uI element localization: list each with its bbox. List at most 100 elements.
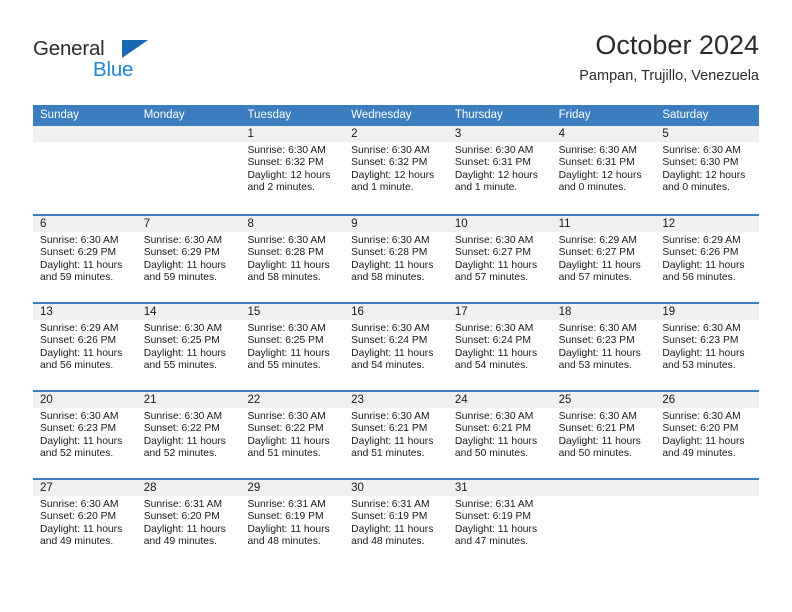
day-number: 21 bbox=[136, 392, 241, 408]
day-cell-12[interactable]: 12 Sunrise: 6:29 AM Sunset: 6:26 PM Dayligh… bbox=[655, 216, 760, 302]
calendar-week-row: 27 Sunrise: 6:30 AM Sunset: 6:20 PM Dayligh… bbox=[33, 478, 760, 566]
day-detail-line: Daylight: 11 hours bbox=[143, 347, 226, 359]
day-detail-line: Sunrise: 6:30 AM bbox=[247, 235, 326, 246]
day-detail-line: Daylight: 11 hours bbox=[454, 259, 538, 271]
day-detail-line: Sunset: 6:28 PM bbox=[247, 247, 324, 259]
day-detail-line: Sunrise: 6:30 AM bbox=[454, 235, 534, 246]
day-detail-line: Daylight: 12 hours bbox=[247, 169, 331, 181]
day-cell-29[interactable]: 29 Sunrise: 6:31 AM Sunset: 6:19 PM Dayligh… bbox=[240, 480, 345, 566]
day-detail-line: Sunset: 6:25 PM bbox=[247, 335, 324, 347]
day-details: Sunrise: 6:31 AM Sunset: 6:19 PM Daylight:… bbox=[448, 496, 552, 549]
calendar-week-row: 13 Sunrise: 6:29 AM Sunset: 6:26 PM Dayligh… bbox=[33, 302, 760, 390]
day-details: Sunrise: 6:30 AM Sunset: 6:32 PM Daylight:… bbox=[240, 142, 344, 195]
day-number: 17 bbox=[447, 304, 552, 320]
day-detail-line: Daylight: 11 hours bbox=[558, 347, 641, 359]
day-cell-7[interactable]: 7 Sunrise: 6:30 AM Sunset: 6:29 PM Daylight… bbox=[136, 216, 241, 302]
weekday-header-sunday: Sunday bbox=[40, 109, 80, 121]
day-detail-line: and 54 minutes. bbox=[351, 360, 425, 372]
day-detail-line: Daylight: 11 hours bbox=[662, 259, 745, 271]
day-number bbox=[551, 480, 656, 496]
day-cell-27[interactable]: 27 Sunrise: 6:30 AM Sunset: 6:20 PM Dayligh… bbox=[33, 480, 137, 566]
day-detail-line: Sunrise: 6:30 AM bbox=[454, 411, 534, 422]
day-cell-empty bbox=[655, 480, 760, 566]
day-detail-line: Sunset: 6:28 PM bbox=[351, 247, 428, 259]
day-number: 14 bbox=[136, 304, 241, 320]
day-detail-line: Daylight: 11 hours bbox=[662, 347, 745, 359]
day-detail-line: and 1 minute. bbox=[454, 182, 518, 194]
brand-logo[interactable]: General Blue bbox=[33, 38, 233, 94]
day-cell-4[interactable]: 4 Sunrise: 6:30 AM Sunset: 6:31 PM Daylight… bbox=[551, 126, 656, 214]
day-cell-16[interactable]: 16 Sunrise: 6:30 AM Sunset: 6:24 PM Dayligh… bbox=[344, 304, 448, 390]
day-cell-14[interactable]: 14 Sunrise: 6:30 AM Sunset: 6:25 PM Dayligh… bbox=[136, 304, 241, 390]
day-cell-15[interactable]: 15 Sunrise: 6:30 AM Sunset: 6:25 PM Dayligh… bbox=[240, 304, 345, 390]
day-detail-line: and 47 minutes. bbox=[454, 536, 529, 548]
day-cell-18[interactable]: 18 Sunrise: 6:30 AM Sunset: 6:23 PM Dayligh… bbox=[551, 304, 656, 390]
day-detail-line: Sunset: 6:29 PM bbox=[143, 247, 220, 259]
day-cell-25[interactable]: 25 Sunrise: 6:30 AM Sunset: 6:21 PM Dayligh… bbox=[551, 392, 656, 478]
day-detail-line: Sunset: 6:19 PM bbox=[247, 511, 324, 523]
day-number: 6 bbox=[33, 216, 137, 232]
day-cell-20[interactable]: 20 Sunrise: 6:30 AM Sunset: 6:23 PM Dayligh… bbox=[33, 392, 137, 478]
day-cell-22[interactable]: 22 Sunrise: 6:30 AM Sunset: 6:22 PM Dayligh… bbox=[240, 392, 345, 478]
day-cell-21[interactable]: 21 Sunrise: 6:30 AM Sunset: 6:22 PM Dayligh… bbox=[136, 392, 241, 478]
day-detail-line: and 56 minutes. bbox=[662, 272, 736, 284]
day-detail-line: Daylight: 11 hours bbox=[247, 435, 330, 447]
day-number: 4 bbox=[551, 126, 656, 142]
day-cell-31[interactable]: 31 Sunrise: 6:31 AM Sunset: 6:19 PM Dayligh… bbox=[447, 480, 552, 566]
day-detail-line: Sunset: 6:31 PM bbox=[454, 157, 532, 169]
day-detail-line: Sunrise: 6:30 AM bbox=[143, 411, 223, 422]
day-cell-17[interactable]: 17 Sunrise: 6:30 AM Sunset: 6:24 PM Dayligh… bbox=[447, 304, 552, 390]
day-detail-line: Sunrise: 6:30 AM bbox=[40, 411, 119, 422]
day-detail-line: Daylight: 11 hours bbox=[558, 259, 641, 271]
day-detail-line: Daylight: 11 hours bbox=[351, 347, 434, 359]
day-cell-28[interactable]: 28 Sunrise: 6:31 AM Sunset: 6:20 PM Dayligh… bbox=[136, 480, 241, 566]
calendar-week-row: 1 Sunrise: 6:30 AM Sunset: 6:32 PM Daylight… bbox=[33, 126, 760, 214]
day-cell-26[interactable]: 26 Sunrise: 6:30 AM Sunset: 6:20 PM Dayligh… bbox=[655, 392, 760, 478]
day-cell-5[interactable]: 5 Sunrise: 6:30 AM Sunset: 6:30 PM Daylight… bbox=[655, 126, 760, 214]
day-number: 12 bbox=[655, 216, 760, 232]
day-details: Sunrise: 6:30 AM Sunset: 6:21 PM Daylight:… bbox=[552, 408, 656, 461]
day-details: Sunrise: 6:30 AM Sunset: 6:20 PM Daylight:… bbox=[33, 496, 137, 549]
day-detail-line: and 55 minutes. bbox=[143, 360, 217, 372]
day-detail-line: Sunset: 6:23 PM bbox=[558, 335, 635, 347]
calendar-grid: Sunday Monday Tuesday Wednesday Thursday Frid… bbox=[33, 105, 760, 566]
day-detail-line: Sunrise: 6:30 AM bbox=[351, 145, 430, 156]
day-cell-24[interactable]: 24 Sunrise: 6:30 AM Sunset: 6:21 PM Dayligh… bbox=[447, 392, 552, 478]
day-cell-3[interactable]: 3 Sunrise: 6:30 AM Sunset: 6:31 PM Daylight… bbox=[447, 126, 552, 214]
day-details: Sunrise: 6:30 AM Sunset: 6:29 PM Daylight:… bbox=[33, 232, 137, 285]
brand-name-blue: Blue bbox=[93, 58, 134, 81]
day-cell-9[interactable]: 9 Sunrise: 6:30 AM Sunset: 6:28 PM Daylight… bbox=[344, 216, 448, 302]
day-detail-line: Sunset: 6:22 PM bbox=[143, 423, 220, 435]
day-cell-30[interactable]: 30 Sunrise: 6:31 AM Sunset: 6:19 PM Dayligh… bbox=[344, 480, 448, 566]
day-cell-23[interactable]: 23 Sunrise: 6:30 AM Sunset: 6:21 PM Dayligh… bbox=[344, 392, 448, 478]
day-cell-10[interactable]: 10 Sunrise: 6:30 AM Sunset: 6:27 PM Dayligh… bbox=[447, 216, 552, 302]
day-detail-line: Sunrise: 6:30 AM bbox=[247, 323, 326, 334]
day-detail-line: Sunset: 6:20 PM bbox=[143, 511, 220, 523]
day-cell-2[interactable]: 2 Sunrise: 6:30 AM Sunset: 6:32 PM Daylight… bbox=[344, 126, 448, 214]
day-detail-line: Daylight: 11 hours bbox=[662, 435, 745, 447]
day-details: Sunrise: 6:30 AM Sunset: 6:23 PM Daylight:… bbox=[33, 408, 137, 461]
day-detail-line: Sunset: 6:27 PM bbox=[454, 247, 532, 259]
day-detail-line: Daylight: 12 hours bbox=[558, 169, 642, 181]
day-cell-11[interactable]: 11 Sunrise: 6:29 AM Sunset: 6:27 PM Dayligh… bbox=[551, 216, 656, 302]
day-detail-line: Daylight: 11 hours bbox=[351, 523, 434, 535]
day-detail-line: and 52 minutes. bbox=[143, 448, 217, 460]
day-cell-1[interactable]: 1 Sunrise: 6:30 AM Sunset: 6:32 PM Daylight… bbox=[240, 126, 345, 214]
day-number: 23 bbox=[344, 392, 448, 408]
day-cell-19[interactable]: 19 Sunrise: 6:30 AM Sunset: 6:23 PM Dayligh… bbox=[655, 304, 760, 390]
day-number: 24 bbox=[447, 392, 552, 408]
day-number: 7 bbox=[136, 216, 241, 232]
day-detail-line: Sunset: 6:19 PM bbox=[454, 511, 532, 523]
day-number: 16 bbox=[344, 304, 448, 320]
day-number: 30 bbox=[344, 480, 448, 496]
weekday-header-thursday: Thursday bbox=[454, 109, 503, 121]
day-detail-line: Daylight: 11 hours bbox=[247, 259, 330, 271]
triangle-icon bbox=[122, 40, 148, 58]
day-cell-6[interactable]: 6 Sunrise: 6:30 AM Sunset: 6:29 PM Daylight… bbox=[33, 216, 137, 302]
day-detail-line: Daylight: 11 hours bbox=[247, 523, 330, 535]
day-detail-line: Sunrise: 6:30 AM bbox=[247, 411, 326, 422]
day-cell-13[interactable]: 13 Sunrise: 6:29 AM Sunset: 6:26 PM Dayligh… bbox=[33, 304, 137, 390]
day-cell-8[interactable]: 8 Sunrise: 6:30 AM Sunset: 6:28 PM Daylight… bbox=[240, 216, 345, 302]
day-detail-line: and 49 minutes. bbox=[662, 448, 736, 460]
day-detail-line: Sunset: 6:19 PM bbox=[351, 511, 428, 523]
